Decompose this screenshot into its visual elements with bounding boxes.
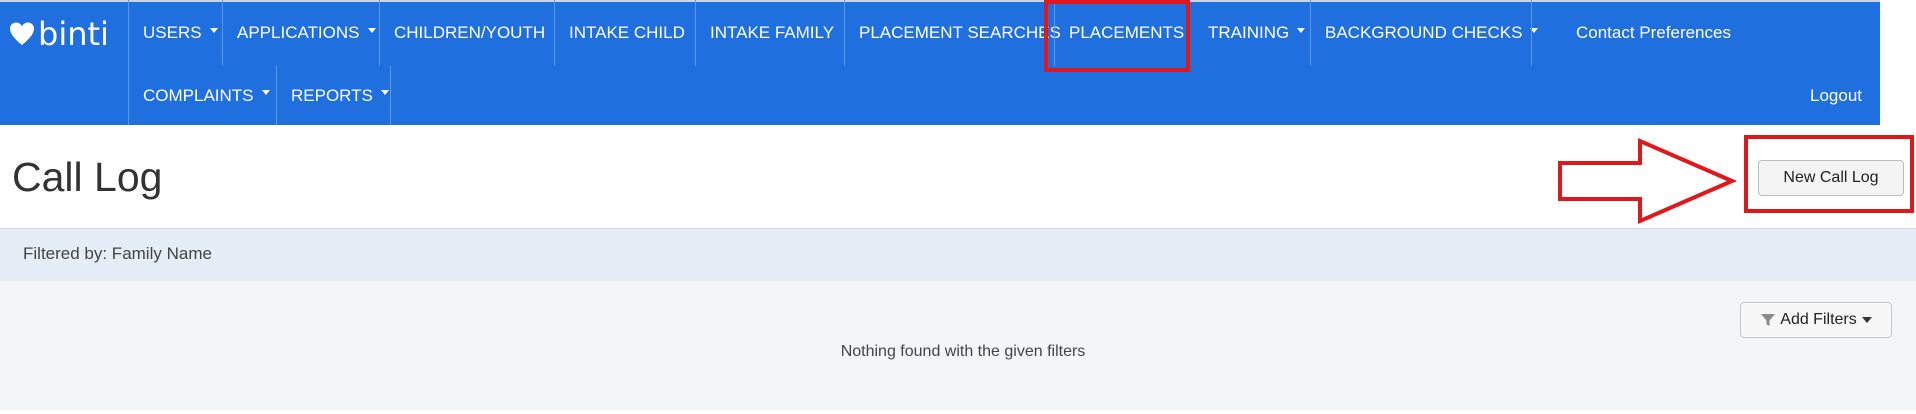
nav-placement-searches-label: PLACEMENT SEARCHES <box>859 23 1061 42</box>
nav-logout-label: Logout <box>1810 85 1862 105</box>
nav-training[interactable]: TRAINING <box>1194 0 1310 66</box>
top-navigation-bar: binti USERS APPLICATIONS CHILDREN/YOUTH … <box>0 0 1880 125</box>
filtered-by-text: Filtered by: Family Name <box>23 244 212 263</box>
nav-complaints-label: COMPLAINTS <box>143 85 254 105</box>
empty-results-message: Nothing found with the given filters <box>840 343 1086 360</box>
caret-down-icon <box>261 90 270 95</box>
nav-background-checks-label: BACKGROUND CHECKS <box>1325 23 1523 42</box>
nav-placement-searches[interactable]: PLACEMENT SEARCHES <box>844 0 1061 66</box>
nav-placements-label: PLACEMENTS <box>1069 23 1185 42</box>
new-call-log-button[interactable]: New Call Log <box>1758 160 1904 196</box>
nav-users[interactable]: USERS <box>128 0 222 66</box>
nav-complaints[interactable]: COMPLAINTS <box>128 66 276 125</box>
nav-placements[interactable]: PLACEMENTS <box>1054 0 1189 66</box>
caret-down-icon <box>1861 317 1872 323</box>
filter-funnel-icon <box>1761 314 1776 326</box>
nav-training-label: TRAINING <box>1208 23 1290 42</box>
nav-intake-family[interactable]: INTAKE FAMILY <box>695 0 844 66</box>
heart-logo-icon <box>8 20 36 48</box>
nav-users-label: USERS <box>143 23 202 42</box>
add-filters-button[interactable]: Add Filters <box>1740 302 1892 338</box>
results-panel: Add Filters Nothing found with the given… <box>0 281 1916 410</box>
caret-down-icon <box>380 90 389 95</box>
nav-intake-child[interactable]: INTAKE CHILD <box>554 0 695 66</box>
nav-reports-label: REPORTS <box>291 85 373 105</box>
filter-summary-bar: Filtered by: Family Name <box>0 228 1916 281</box>
nav-children-youth-label: CHILDREN/YOUTH <box>394 23 546 42</box>
caret-down-icon <box>209 27 218 33</box>
nav-reports[interactable]: REPORTS <box>276 66 391 125</box>
nav-applications[interactable]: APPLICATIONS <box>222 0 379 66</box>
nav-contact-preferences-label: Contact Preferences <box>1576 23 1731 42</box>
caret-down-icon <box>367 27 376 33</box>
binti-logo[interactable]: binti <box>8 14 113 54</box>
arrow-right-annotation <box>1558 137 1736 225</box>
caret-down-icon <box>1297 27 1306 33</box>
brand-wordmark: binti <box>38 15 109 53</box>
page-title: Call Log <box>12 154 163 200</box>
add-filters-label: Add Filters <box>1780 311 1857 328</box>
nav-background-checks[interactable]: BACKGROUND CHECKS <box>1310 0 1539 66</box>
nav-intake-family-label: INTAKE FAMILY <box>710 23 835 42</box>
nav-contact-preferences[interactable]: Contact Preferences <box>1531 0 1731 66</box>
nav-logout[interactable]: Logout <box>1810 66 1880 125</box>
nav-intake-child-label: INTAKE CHILD <box>569 23 685 42</box>
nav-applications-label: APPLICATIONS <box>237 23 360 42</box>
nav-children-youth[interactable]: CHILDREN/YOUTH <box>379 0 554 66</box>
